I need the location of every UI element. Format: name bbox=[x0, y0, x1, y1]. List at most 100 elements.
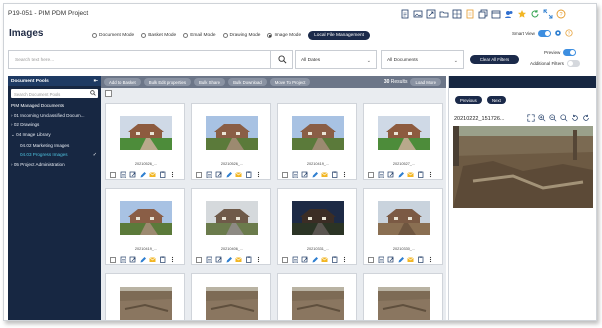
more-icon[interactable] bbox=[341, 171, 348, 178]
radio-icon[interactable] bbox=[92, 33, 97, 38]
mode-basket[interactable]: Basket Mode bbox=[141, 33, 176, 38]
more-icon[interactable] bbox=[427, 171, 434, 178]
clipboard-icon[interactable] bbox=[331, 256, 338, 263]
more-icon[interactable] bbox=[255, 256, 262, 263]
mode-drawing[interactable]: Drawing Mode bbox=[222, 33, 260, 38]
card-checkbox[interactable] bbox=[110, 256, 116, 263]
image-icon[interactable] bbox=[413, 9, 423, 19]
calendar-icon[interactable] bbox=[491, 9, 501, 19]
clipboard-icon[interactable] bbox=[417, 171, 424, 178]
sidebar-item-marketing-images[interactable]: 04.02 Marketing Images bbox=[8, 140, 101, 150]
email-icon[interactable] bbox=[321, 256, 328, 263]
file-icon[interactable] bbox=[291, 171, 298, 178]
image-card[interactable]: 20210406_... bbox=[191, 188, 271, 265]
image-thumbnail[interactable] bbox=[206, 201, 258, 235]
copy-icon[interactable] bbox=[478, 9, 488, 19]
file-icon[interactable] bbox=[377, 256, 384, 263]
image-card[interactable]: 20210419_... bbox=[277, 103, 357, 180]
expand-icon[interactable] bbox=[543, 9, 553, 19]
edit-icon[interactable] bbox=[311, 256, 318, 263]
more-icon[interactable] bbox=[169, 256, 176, 263]
edit-icon[interactable] bbox=[225, 171, 232, 178]
image-thumbnail[interactable] bbox=[120, 201, 172, 235]
image-thumbnail[interactable] bbox=[292, 287, 344, 321]
file-icon[interactable] bbox=[291, 256, 298, 263]
more-icon[interactable] bbox=[169, 171, 176, 178]
image-card[interactable]: 20210330_... bbox=[363, 188, 443, 265]
image-card[interactable] bbox=[277, 273, 357, 321]
additional-filters-toggle[interactable] bbox=[566, 60, 580, 67]
email-icon[interactable] bbox=[235, 256, 242, 263]
card-checkbox[interactable] bbox=[196, 171, 202, 178]
sidebar-item-drawings[interactable]: › 02 Drawings bbox=[8, 120, 101, 130]
more-icon[interactable] bbox=[427, 256, 434, 263]
email-icon[interactable] bbox=[407, 256, 414, 263]
search-input[interactable]: Search text here... bbox=[8, 50, 293, 69]
card-checkbox[interactable] bbox=[282, 256, 288, 263]
share-icon[interactable] bbox=[215, 256, 222, 263]
card-checkbox[interactable] bbox=[110, 171, 116, 178]
rotate-left-icon[interactable] bbox=[571, 114, 579, 122]
email-icon[interactable] bbox=[235, 171, 242, 178]
image-card[interactable]: 20210526_... bbox=[191, 103, 271, 180]
load-more-button[interactable]: Load More bbox=[410, 78, 441, 86]
card-checkbox[interactable] bbox=[368, 256, 374, 263]
select-all-checkbox[interactable] bbox=[105, 90, 112, 97]
previous-button[interactable]: Previous bbox=[455, 96, 482, 104]
share-icon[interactable] bbox=[387, 171, 394, 178]
email-icon[interactable] bbox=[407, 171, 414, 178]
file-icon[interactable] bbox=[205, 171, 212, 178]
share-icon[interactable] bbox=[129, 256, 136, 263]
rotate-right-icon[interactable] bbox=[582, 114, 590, 122]
image-card[interactable]: 20210419_... bbox=[105, 188, 185, 265]
file-orange-icon[interactable] bbox=[465, 9, 475, 19]
folder-icon[interactable] bbox=[439, 9, 449, 19]
clear-filters-button[interactable]: Clear All Filters bbox=[470, 55, 519, 64]
document-icon[interactable] bbox=[400, 9, 410, 19]
more-icon[interactable] bbox=[341, 256, 348, 263]
collapse-icon[interactable]: ⇤ bbox=[94, 78, 98, 84]
email-icon[interactable] bbox=[149, 171, 156, 178]
share-icon[interactable] bbox=[426, 9, 436, 19]
add-to-basket-button[interactable]: Add to Basket bbox=[104, 78, 141, 86]
sidebar-search-input[interactable]: Search Document Pools bbox=[11, 89, 98, 98]
edit-icon[interactable] bbox=[139, 256, 146, 263]
local-file-management-button[interactable]: Local File Management bbox=[308, 31, 371, 40]
image-thumbnail[interactable] bbox=[378, 116, 430, 150]
bulk-download-button[interactable]: Bulk Download bbox=[228, 78, 267, 86]
card-checkbox[interactable] bbox=[368, 171, 374, 178]
preview-toggle[interactable] bbox=[563, 49, 577, 56]
sidebar-item-image-library[interactable]: ⌄ 04 Image Library bbox=[8, 130, 101, 141]
file-icon[interactable] bbox=[205, 256, 212, 263]
sidebar-item-progress-images[interactable]: 04.03 Progress Images ✓ bbox=[8, 150, 101, 160]
image-card[interactable] bbox=[105, 273, 185, 321]
smart-view-toggle[interactable] bbox=[537, 30, 551, 37]
email-icon[interactable] bbox=[149, 256, 156, 263]
edit-icon[interactable] bbox=[139, 171, 146, 178]
sidebar-item-incoming[interactable]: › 01 Incoming Unclassified Docum... bbox=[8, 111, 101, 121]
search-button[interactable] bbox=[270, 50, 293, 69]
clipboard-icon[interactable] bbox=[159, 256, 166, 263]
edit-icon[interactable] bbox=[225, 256, 232, 263]
image-card[interactable]: 20210526_... bbox=[105, 103, 185, 180]
next-button[interactable]: Next bbox=[487, 96, 506, 104]
fullscreen-icon[interactable] bbox=[527, 114, 535, 122]
grid-icon[interactable] bbox=[452, 9, 462, 19]
share-icon[interactable] bbox=[387, 256, 394, 263]
image-thumbnail[interactable] bbox=[378, 201, 430, 235]
radio-selected-icon[interactable] bbox=[267, 33, 273, 38]
image-thumbnail[interactable] bbox=[292, 201, 344, 235]
radio-icon[interactable] bbox=[141, 33, 147, 38]
share-icon[interactable] bbox=[301, 256, 308, 263]
clipboard-icon[interactable] bbox=[417, 256, 424, 263]
image-thumbnail[interactable] bbox=[120, 287, 172, 321]
image-thumbnail[interactable] bbox=[120, 116, 172, 150]
clipboard-icon[interactable] bbox=[245, 171, 252, 178]
edit-icon[interactable] bbox=[397, 171, 404, 178]
image-thumbnail[interactable] bbox=[206, 287, 258, 321]
card-checkbox[interactable] bbox=[282, 171, 288, 178]
share-icon[interactable] bbox=[215, 171, 222, 178]
file-icon[interactable] bbox=[377, 171, 384, 178]
image-thumbnail[interactable] bbox=[292, 116, 344, 150]
info-icon[interactable]: ? bbox=[565, 29, 573, 38]
